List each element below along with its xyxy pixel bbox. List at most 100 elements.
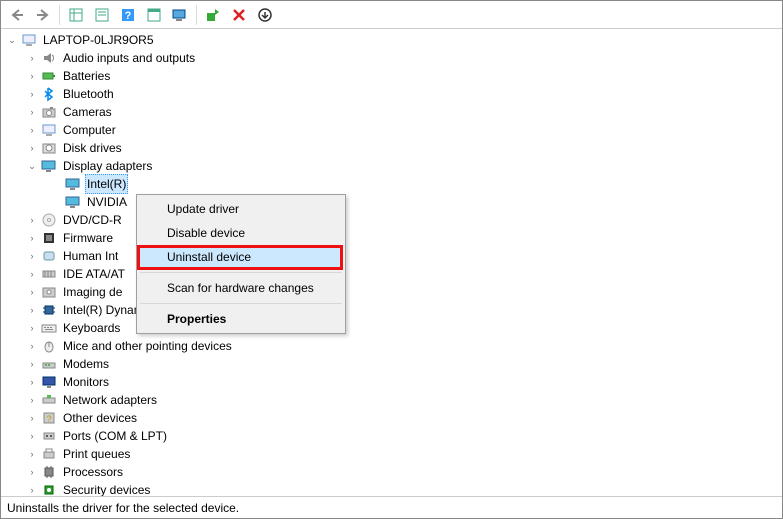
- properties-button[interactable]: [90, 4, 114, 26]
- expand-collapse-icon[interactable]: ›: [25, 213, 39, 227]
- tree-category[interactable]: › Keyboards: [1, 319, 782, 337]
- expand-collapse-icon[interactable]: ›: [25, 141, 39, 155]
- tree-category[interactable]: › Cameras: [1, 103, 782, 121]
- expand-collapse-icon[interactable]: ›: [25, 447, 39, 461]
- expand-collapse-icon[interactable]: ›: [25, 357, 39, 371]
- back-arrow-icon: [9, 7, 25, 23]
- context-menu-item[interactable]: Uninstall device: [139, 245, 343, 269]
- device-label: Intel(R): [85, 174, 128, 194]
- context-menu-item[interactable]: Properties: [139, 307, 343, 331]
- tree-category[interactable]: ›Imaging de: [1, 283, 782, 301]
- expand-collapse-icon[interactable]: ›: [25, 339, 39, 353]
- tree-root[interactable]: ⌄ LAPTOP-0LJR9OR5: [1, 31, 782, 49]
- camera-icon: [41, 104, 57, 120]
- tree-category[interactable]: › Ports (COM & LPT): [1, 427, 782, 445]
- tree-category[interactable]: ›Bluetooth: [1, 85, 782, 103]
- uninstall-button[interactable]: [227, 4, 251, 26]
- tree-category[interactable]: › Network adapters: [1, 391, 782, 409]
- svg-text:?: ?: [125, 10, 132, 22]
- expand-collapse-icon[interactable]: ›: [25, 411, 39, 425]
- category-label: Mice and other pointing devices: [61, 337, 234, 355]
- firmware-icon: [41, 230, 57, 246]
- tree-category[interactable]: ›Modems: [1, 355, 782, 373]
- tree-category[interactable]: ›IDE ATA/AT: [1, 265, 782, 283]
- expand-collapse-icon[interactable]: ›: [25, 249, 39, 263]
- tree-category[interactable]: ›Firmware: [1, 229, 782, 247]
- tree-category[interactable]: ›DVD/CD-R: [1, 211, 782, 229]
- tree-category[interactable]: ›?Other devices: [1, 409, 782, 427]
- expand-collapse-icon[interactable]: ›: [25, 321, 39, 335]
- tree-category[interactable]: › Processors: [1, 463, 782, 481]
- action-button[interactable]: [142, 4, 166, 26]
- status-text: Uninstalls the driver for the selected d…: [7, 501, 239, 515]
- grid-icon: [68, 7, 84, 23]
- category-label: Display adapters: [61, 157, 154, 175]
- help-icon: ?: [120, 7, 136, 23]
- expand-collapse-icon[interactable]: ›: [25, 465, 39, 479]
- category-label: Processors: [61, 463, 125, 481]
- tree-category[interactable]: ›Intel(R) Dynamic Platform and Thermal F…: [1, 301, 782, 319]
- expand-collapse-icon[interactable]: ›: [25, 51, 39, 65]
- disable-button[interactable]: [253, 4, 277, 26]
- tree-category[interactable]: › Batteries: [1, 67, 782, 85]
- context-menu-item[interactable]: Update driver: [139, 197, 343, 221]
- category-label: Cameras: [61, 103, 114, 121]
- category-label: Batteries: [61, 67, 112, 85]
- device-label: NVIDIA: [85, 193, 129, 211]
- disk-icon: [41, 140, 57, 156]
- expand-collapse-icon[interactable]: ›: [25, 123, 39, 137]
- status-bar: Uninstalls the driver for the selected d…: [1, 496, 782, 518]
- category-label: Print queues: [61, 445, 132, 463]
- keyboard-icon: [41, 320, 57, 336]
- tree-category[interactable]: › Print queues: [1, 445, 782, 463]
- tree-category[interactable]: ›Human Int: [1, 247, 782, 265]
- expand-collapse-icon[interactable]: ›: [25, 429, 39, 443]
- expand-collapse-icon[interactable]: ›: [25, 267, 39, 281]
- tree-category[interactable]: › Monitors: [1, 373, 782, 391]
- forward-button[interactable]: [31, 4, 55, 26]
- cpu-icon: [41, 464, 57, 480]
- update-driver-button[interactable]: [201, 4, 225, 26]
- expand-collapse-icon[interactable]: ›: [25, 87, 39, 101]
- tree-category[interactable]: ›Disk drives: [1, 139, 782, 157]
- expand-collapse-icon[interactable]: ⌄: [5, 33, 19, 47]
- tree-category[interactable]: › Computer: [1, 121, 782, 139]
- mouse-icon: [41, 338, 57, 354]
- tree-category[interactable]: › Mice and other pointing devices: [1, 337, 782, 355]
- expand-collapse-icon[interactable]: ›: [25, 303, 39, 317]
- monitor-icon: [41, 374, 57, 390]
- category-label: Network adapters: [61, 391, 159, 409]
- expand-collapse-icon[interactable]: ›: [25, 375, 39, 389]
- expand-collapse-icon[interactable]: ›: [25, 69, 39, 83]
- back-button[interactable]: [5, 4, 29, 26]
- context-menu-item[interactable]: Disable device: [139, 221, 343, 245]
- context-menu-label: Uninstall device: [167, 250, 251, 264]
- tree-device[interactable]: ›NVIDIA: [1, 193, 782, 211]
- category-label: Keyboards: [61, 319, 122, 337]
- category-label: Computer: [61, 121, 118, 139]
- expand-collapse-icon[interactable]: ›: [25, 105, 39, 119]
- tree-category[interactable]: › Audio inputs and outputs: [1, 49, 782, 67]
- modem-icon: [41, 356, 57, 372]
- category-label: Ports (COM & LPT): [61, 427, 169, 445]
- driver-update-icon: [205, 7, 221, 23]
- expand-collapse-icon[interactable]: ⌄: [25, 159, 39, 173]
- bluetooth-icon: [41, 86, 57, 102]
- expand-collapse-icon[interactable]: ›: [25, 285, 39, 299]
- display-icon: [41, 158, 57, 174]
- tree-device[interactable]: ›Intel(R): [1, 175, 782, 193]
- scan-button[interactable]: [168, 4, 192, 26]
- tree-category[interactable]: ⌄ Display adapters: [1, 157, 782, 175]
- category-label: Monitors: [61, 373, 111, 391]
- expand-collapse-icon[interactable]: ›: [25, 231, 39, 245]
- category-label: Other devices: [61, 409, 139, 427]
- category-label: Audio inputs and outputs: [61, 49, 197, 67]
- expand-collapse-icon[interactable]: ›: [25, 483, 39, 496]
- tree-category[interactable]: ›Security devices: [1, 481, 782, 496]
- help-button[interactable]: ?: [116, 4, 140, 26]
- context-menu-item[interactable]: Scan for hardware changes: [139, 276, 343, 300]
- device-tree[interactable]: ⌄ LAPTOP-0LJR9OR5 › Audio inputs and outp…: [1, 29, 782, 496]
- ide-icon: [41, 266, 57, 282]
- show-hidden-button[interactable]: [64, 4, 88, 26]
- expand-collapse-icon[interactable]: ›: [25, 393, 39, 407]
